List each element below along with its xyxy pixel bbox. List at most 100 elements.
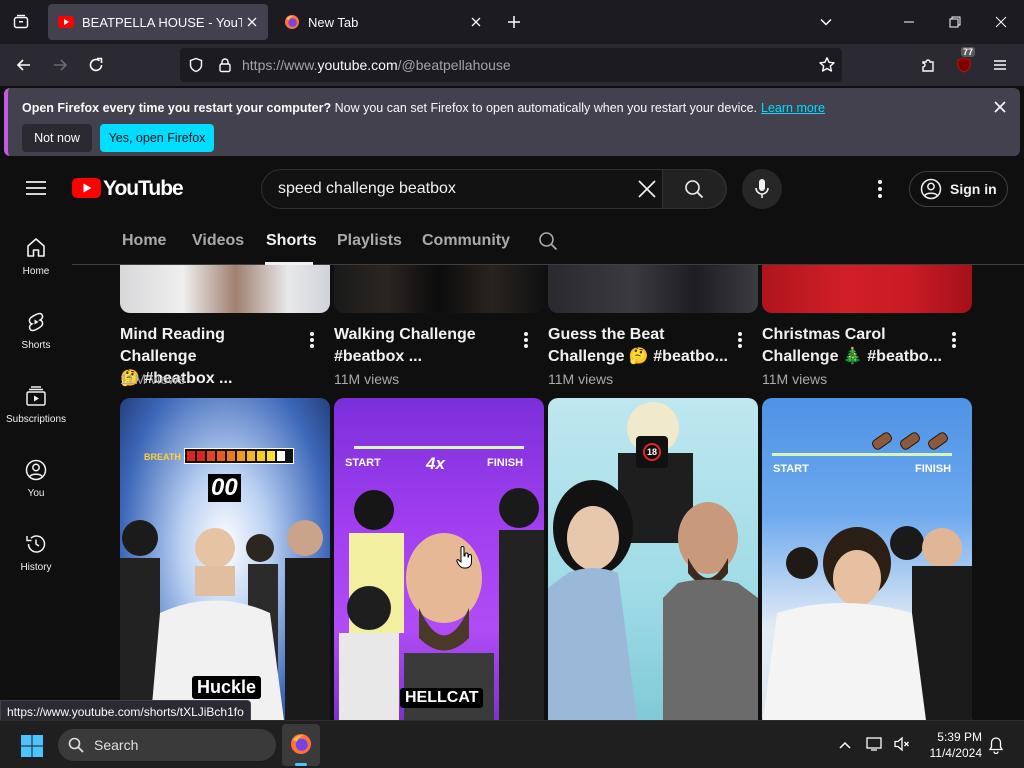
view-count: 11M views [120,371,186,387]
sidebar-item-shorts[interactable]: Shorts [0,310,72,384]
more-actions-icon[interactable] [306,330,318,350]
close-tab-icon[interactable] [466,12,486,32]
sidebar-item-history[interactable]: History [0,532,72,606]
browser-nav-bar: https://www.youtube.com/@beatpellahouse … [0,44,1024,86]
short-thumbnail[interactable] [334,265,544,313]
short-title[interactable]: Walking Challenge #beatbox ... [334,324,514,368]
overlay-multiplier: 4x [426,454,445,473]
lock-icon[interactable] [217,57,233,73]
view-count: 11M views [762,371,828,387]
you-icon [25,459,47,481]
sidebar-item-home[interactable]: Home [0,236,72,310]
short-thumbnail[interactable]: 18 [548,398,758,720]
minimize-icon[interactable] [895,8,923,36]
tab-community[interactable]: Community [422,232,510,250]
breath-meter [184,448,294,464]
taskbar-firefox-button[interactable] [282,724,320,766]
tab-playlists[interactable]: Playlists [337,232,402,250]
address-bar[interactable]: https://www.youtube.com/@beatpellahouse [180,48,842,82]
learn-more-link[interactable]: Learn more [761,101,825,115]
bookmark-star-icon[interactable] [818,56,836,74]
youtube-favicon-icon [58,16,74,28]
tab-shorts[interactable]: Shorts [266,232,317,250]
guide-menu-hamburger-icon[interactable] [26,180,46,196]
clear-search-icon[interactable] [638,180,656,198]
ublock-extension-icon[interactable]: 77 [949,47,979,80]
extension-badge: 77 [961,47,976,57]
settings-more-vert-icon[interactable] [877,179,883,199]
search-input[interactable]: speed challenge beatbox [278,180,456,198]
tab-overview-icon[interactable] [6,7,36,37]
volume-muted-icon[interactable] [893,736,911,752]
more-actions-icon[interactable] [734,330,746,350]
short-thumbnail[interactable] [548,265,758,313]
search-box[interactable]: speed challenge beatbox [261,169,727,209]
close-window-icon[interactable] [987,8,1015,36]
new-tab-plus-icon[interactable] [500,8,528,36]
notification-bell-icon[interactable] [988,736,1004,754]
notification-text: Open Firefox every time you restart your… [22,101,825,115]
tab-home[interactable]: Home [122,232,166,250]
short-thumbnail[interactable] [762,265,972,313]
short-caption: HELLCAT [400,688,484,708]
short-thumbnail[interactable]: START 4x FINISH HELLCAT [334,398,544,720]
sidebar-item-you[interactable]: You [0,458,72,532]
tab-videos[interactable]: Videos [192,232,244,250]
close-notification-icon[interactable] [994,101,1006,113]
list-all-tabs-chevron-icon[interactable] [812,8,840,36]
system-clock[interactable]: 5:39 PM 11/4/2024 [922,729,983,761]
short-title[interactable]: Christmas Carol Challenge 🎄 #beatbo... [762,324,942,368]
youtube-logo-text[interactable]: YouTube [103,177,184,201]
short-caption: Huckle [192,676,262,699]
tab-title: BEATPELLA HOUSE - YouTube [82,14,242,30]
overlay-text: BREATH [144,452,181,462]
sign-in-button[interactable]: Sign in [909,171,1008,207]
short-thumbnail[interactable]: BREATH 00 Huckle [120,398,330,720]
youtube-logo-icon[interactable] [72,178,101,198]
yes-open-firefox-button[interactable]: Yes, open Firefox [100,124,214,152]
overlay-counter: 00 [208,474,241,502]
reload-icon[interactable] [81,50,111,80]
view-count: 11M views [548,371,614,387]
overlay-text: FINISH [915,463,952,475]
network-icon[interactable] [866,736,884,752]
view-count: 11M views [334,371,400,387]
more-actions-icon[interactable] [520,330,532,350]
sidebar-item-subscriptions[interactable]: Subscriptions [0,384,72,458]
channel-search-icon[interactable] [538,231,558,251]
short-thumbnail[interactable]: START FINISH [762,398,972,720]
search-icon [685,180,704,199]
windows-start-icon[interactable] [20,734,44,758]
not-now-button[interactable]: Not now [22,124,92,152]
overlay-text: START [773,463,809,475]
overlay-text: FINISH [487,457,524,469]
overlay-text: START [345,457,381,469]
shield-icon[interactable] [188,57,204,73]
restore-icon[interactable] [941,8,969,36]
home-icon [27,238,45,257]
firefox-favicon-icon [285,15,299,29]
close-tab-icon[interactable] [242,12,262,32]
progress-track [354,446,524,449]
extensions-puzzle-icon[interactable] [913,50,943,80]
history-icon [26,535,46,553]
short-title[interactable]: Guess the Beat Challenge 🤔 #beatbo... [548,324,728,368]
show-hidden-icons-chevron-icon[interactable] [838,738,852,752]
back-arrow-icon[interactable] [9,50,39,80]
taskbar-search-box[interactable]: Search [58,729,276,761]
voice-search-button[interactable] [742,169,782,209]
tab-youtube[interactable]: BEATPELLA HOUSE - YouTube [48,4,268,40]
tab-title: New Tab [308,14,359,30]
shorts-icon [28,312,44,332]
app-menu-hamburger-icon[interactable] [985,50,1015,80]
forward-arrow-icon[interactable] [45,50,75,80]
people-silhouettes [763,526,972,720]
subscriptions-icon [26,386,46,406]
log-icons [872,432,948,450]
more-actions-icon[interactable] [948,330,960,350]
search-button[interactable] [662,169,726,209]
short-thumbnail[interactable] [120,265,330,313]
browser-tab-bar: BEATPELLA HOUSE - YouTube New Tab [0,0,1024,44]
age-rating-badge: 18 [636,436,668,468]
tab-new-tab[interactable]: New Tab [274,4,492,40]
